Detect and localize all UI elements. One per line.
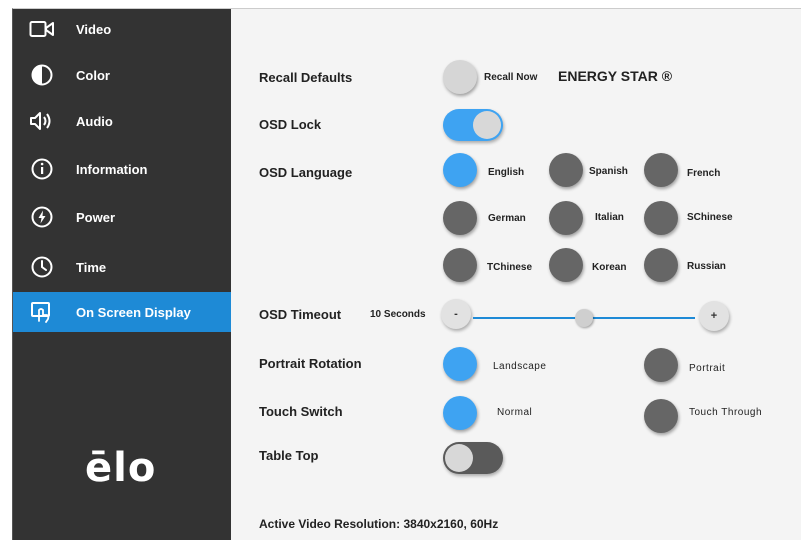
rotation-landscape-label: Landscape	[493, 361, 547, 372]
osd-window: Video Color Audio Information Power Time…	[12, 8, 801, 540]
language-tchinese-label: TChinese	[487, 262, 533, 273]
sidebar-item-audio[interactable]: Audio	[13, 101, 231, 141]
touch-normal-radio[interactable]	[443, 396, 477, 430]
elo-logo: ēlo	[85, 445, 157, 491]
rotation-landscape-radio[interactable]	[443, 347, 477, 381]
sidebar-item-label: On Screen Display	[76, 304, 191, 320]
language-russian-radio[interactable]	[644, 248, 678, 282]
rotation-portrait-radio[interactable]	[644, 348, 678, 382]
language-russian-label: Russian	[687, 261, 726, 272]
touch-switch-label: Touch Switch	[259, 404, 343, 419]
language-spanish-label: Spanish	[589, 166, 628, 177]
osd-language-label: OSD Language	[259, 165, 353, 180]
language-korean-radio[interactable]	[549, 248, 583, 282]
contrast-icon	[29, 62, 55, 88]
sidebar-item-on-screen-display[interactable]: On Screen Display	[13, 292, 231, 332]
touch-normal-label: Normal	[497, 407, 533, 418]
language-english-radio[interactable]	[443, 153, 477, 187]
touch-through-label: Touch Through	[689, 407, 763, 418]
timeout-increase-button[interactable]: +	[699, 301, 729, 331]
active-video-resolution: Active Video Resolution: 3840x2160, 60Hz	[259, 517, 499, 531]
osd-timeout-value: 10 Seconds	[370, 309, 426, 320]
language-italian-label: Italian	[595, 212, 624, 223]
touch-screen-icon	[29, 299, 55, 325]
language-korean-label: Korean	[592, 262, 627, 273]
osd-lock-toggle[interactable]	[443, 109, 503, 141]
sidebar: Video Color Audio Information Power Time…	[13, 9, 231, 540]
sidebar-item-color[interactable]: Color	[13, 55, 231, 95]
toggle-knob	[473, 111, 501, 139]
recall-defaults-label: Recall Defaults	[259, 70, 353, 85]
clock-icon	[29, 254, 55, 280]
language-english-label: English	[488, 167, 525, 178]
language-italian-radio[interactable]	[549, 201, 583, 235]
timeout-slider-thumb[interactable]	[575, 309, 593, 327]
language-french-radio[interactable]	[644, 153, 678, 187]
sidebar-item-video[interactable]: Video	[13, 9, 231, 49]
sidebar-item-label: Time	[76, 259, 107, 275]
language-german-label: German	[488, 213, 526, 224]
sidebar-item-label: Audio	[76, 113, 113, 129]
portrait-rotation-label: Portrait Rotation	[259, 356, 362, 371]
touch-through-radio[interactable]	[644, 399, 678, 433]
sidebar-item-label: Color	[76, 67, 110, 83]
info-icon	[29, 156, 55, 182]
sidebar-item-power[interactable]: Power	[13, 197, 231, 237]
language-german-radio[interactable]	[443, 201, 477, 235]
language-schinese-label: SChinese	[687, 212, 733, 223]
sidebar-item-time[interactable]: Time	[13, 247, 231, 287]
toggle-knob	[445, 444, 473, 472]
speaker-icon	[29, 108, 55, 134]
language-spanish-radio[interactable]	[549, 153, 583, 187]
sidebar-item-label: Power	[76, 209, 116, 225]
sidebar-item-label: Information	[76, 161, 148, 177]
power-icon	[29, 204, 55, 230]
sidebar-item-information[interactable]: Information	[13, 149, 231, 189]
sidebar-item-label: Video	[76, 21, 112, 37]
energy-star-label: ENERGY STAR ®	[558, 68, 673, 84]
language-french-label: French	[687, 168, 721, 179]
osd-lock-label: OSD Lock	[259, 117, 322, 132]
video-camera-icon	[29, 16, 55, 42]
table-top-toggle[interactable]	[443, 442, 503, 474]
language-tchinese-radio[interactable]	[443, 248, 477, 282]
osd-timeout-label: OSD Timeout	[259, 307, 342, 322]
recall-now-button[interactable]	[443, 60, 477, 94]
settings-panel: Recall Defaults Recall Now ENERGY STAR ®…	[231, 9, 801, 540]
rotation-portrait-label: Portrait	[689, 363, 726, 374]
language-schinese-radio[interactable]	[644, 201, 678, 235]
table-top-label: Table Top	[259, 448, 319, 463]
timeout-decrease-button[interactable]: -	[441, 299, 471, 329]
recall-now-label: Recall Now	[484, 72, 538, 83]
